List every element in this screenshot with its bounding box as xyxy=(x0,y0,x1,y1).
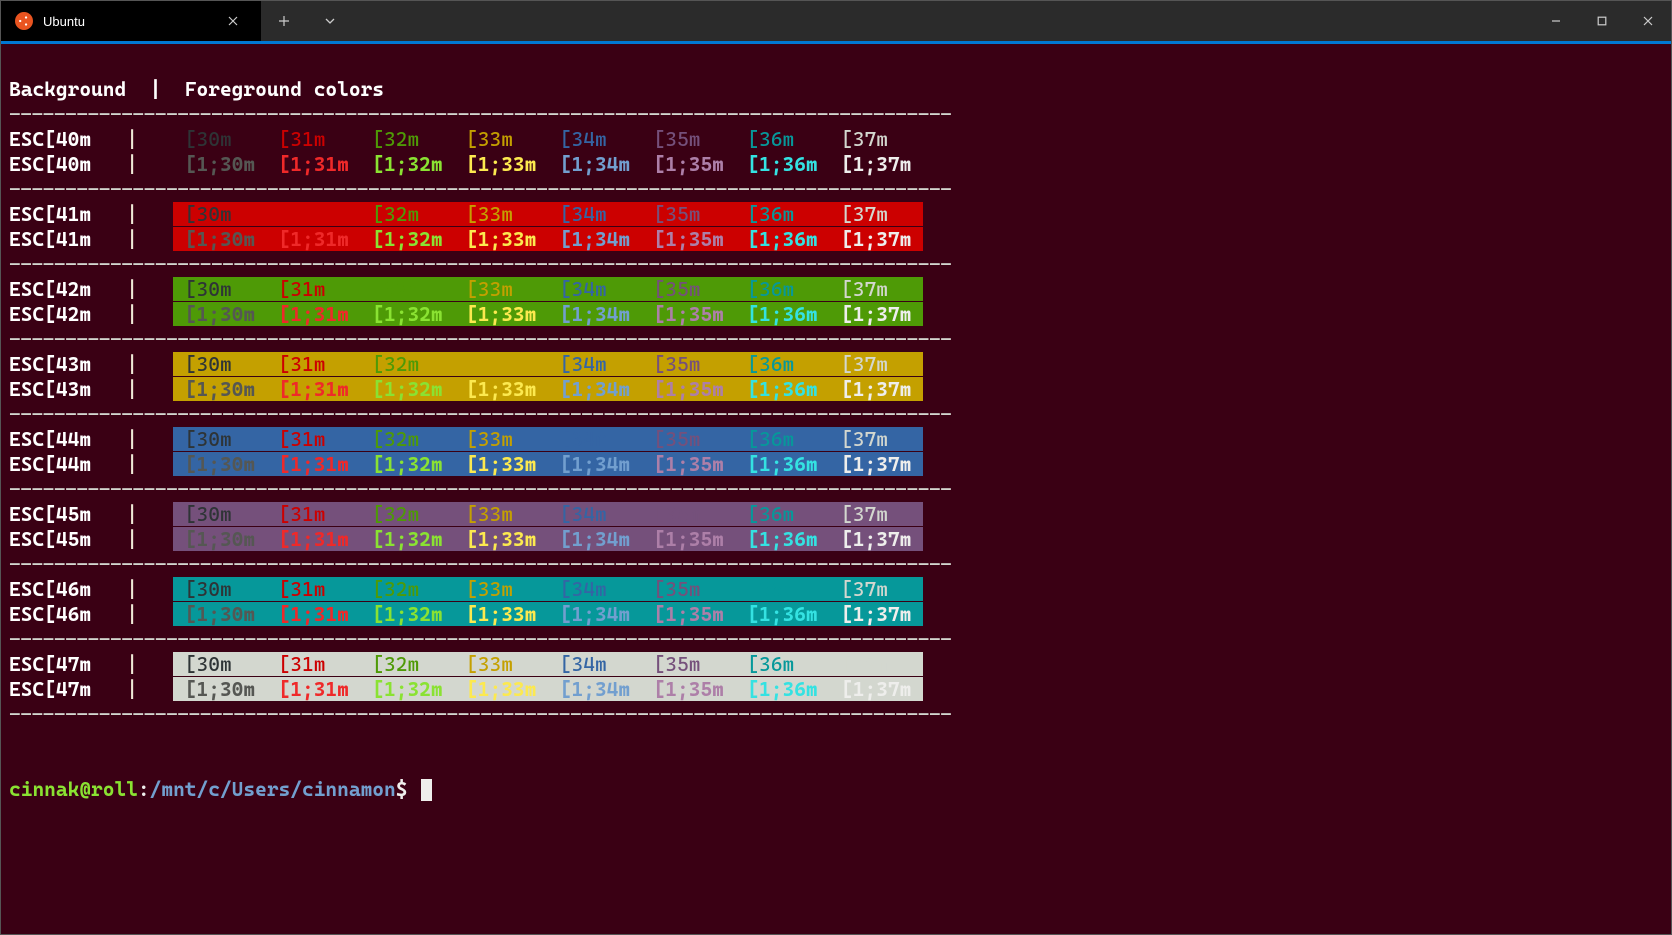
tab-dropdown-button[interactable] xyxy=(307,1,353,41)
color-row-bold: ESC[45m | [1;30m [1;31m [1;32m [1;33m [1… xyxy=(9,527,1663,552)
terminal-output[interactable]: Background | Foreground colors----------… xyxy=(1,44,1671,934)
table-header: Background | Foreground colors xyxy=(9,77,1663,102)
divider: ----------------------------------------… xyxy=(9,477,1663,502)
divider: ----------------------------------------… xyxy=(9,252,1663,277)
divider: ----------------------------------------… xyxy=(9,102,1663,127)
window-controls xyxy=(1533,1,1671,41)
color-row-bold: ESC[43m | [1;30m [1;31m [1;32m [1;33m [1… xyxy=(9,377,1663,402)
divider: ----------------------------------------… xyxy=(9,627,1663,652)
color-row: ESC[45m | [30m [31m [32m [33m [34m [35m … xyxy=(9,502,1663,527)
cursor xyxy=(421,779,432,801)
close-button[interactable] xyxy=(1625,1,1671,41)
color-row: ESC[47m | [30m [31m [32m [33m [34m [35m … xyxy=(9,652,1663,677)
titlebar-spacer xyxy=(353,1,1533,41)
color-row-bold: ESC[47m | [1;30m [1;31m [1;32m [1;33m [1… xyxy=(9,677,1663,702)
divider: ----------------------------------------… xyxy=(9,177,1663,202)
color-row: ESC[40m | [30m [31m [32m [33m [34m [35m … xyxy=(9,127,1663,152)
titlebar: Ubuntu xyxy=(1,1,1671,41)
divider: ----------------------------------------… xyxy=(9,552,1663,577)
divider: ----------------------------------------… xyxy=(9,327,1663,352)
color-row-bold: ESC[40m | [1;30m [1;31m [1;32m [1;33m [1… xyxy=(9,152,1663,177)
maximize-button[interactable] xyxy=(1579,1,1625,41)
new-tab-button[interactable] xyxy=(261,1,307,41)
ubuntu-icon xyxy=(15,12,33,30)
divider: ----------------------------------------… xyxy=(9,702,1663,727)
minimize-button[interactable] xyxy=(1533,1,1579,41)
color-row: ESC[43m | [30m [31m [32m [33m [34m [35m … xyxy=(9,352,1663,377)
color-row-bold: ESC[46m | [1;30m [1;31m [1;32m [1;33m [1… xyxy=(9,602,1663,627)
divider: ----------------------------------------… xyxy=(9,402,1663,427)
color-row-bold: ESC[42m | [1;30m [1;31m [1;32m [1;33m [1… xyxy=(9,302,1663,327)
color-row-bold: ESC[41m | [1;30m [1;31m [1;32m [1;33m [1… xyxy=(9,227,1663,252)
tab-title: Ubuntu xyxy=(43,14,209,29)
color-row: ESC[42m | [30m [31m [32m [33m [34m [35m … xyxy=(9,277,1663,302)
color-row: ESC[41m | [30m [31m [32m [33m [34m [35m … xyxy=(9,202,1663,227)
color-row: ESC[46m | [30m [31m [32m [33m [34m [35m … xyxy=(9,577,1663,602)
color-row-bold: ESC[44m | [1;30m [1;31m [1;32m [1;33m [1… xyxy=(9,452,1663,477)
tab-ubuntu[interactable]: Ubuntu xyxy=(1,1,261,41)
tab-close-button[interactable] xyxy=(219,1,247,41)
color-row: ESC[44m | [30m [31m [32m [33m [34m [35m … xyxy=(9,427,1663,452)
shell-prompt[interactable]: cinnak@roll:/mnt/c/Users/cinnamon$ xyxy=(9,777,1663,802)
